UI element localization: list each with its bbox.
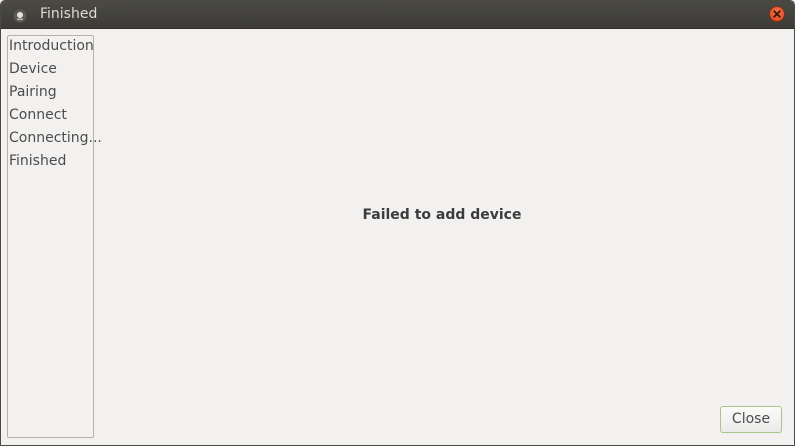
sidebar-item-finished: Finished: [9, 153, 67, 169]
sidebar-item-connect: Connect: [9, 107, 67, 123]
close-button[interactable]: Close: [720, 406, 782, 433]
sidebar-item-pairing: Pairing: [9, 84, 57, 100]
window-title: Finished: [40, 6, 98, 22]
window-close-button[interactable]: [769, 6, 785, 22]
title-bar[interactable]: Finished: [1, 1, 794, 29]
wizard-window: Finished Introduction Device Pairing Con…: [0, 0, 795, 446]
sidebar-item-introduction: Introduction: [9, 38, 94, 54]
sidebar-item-device: Device: [9, 61, 57, 77]
steps-sidebar: Introduction Device Pairing Connect Conn…: [7, 35, 102, 438]
app-icon: [13, 8, 27, 23]
close-icon: [773, 10, 781, 18]
status-message: Failed to add device: [362, 207, 522, 223]
sidebar-item-connecting: Connecting...: [9, 130, 102, 146]
